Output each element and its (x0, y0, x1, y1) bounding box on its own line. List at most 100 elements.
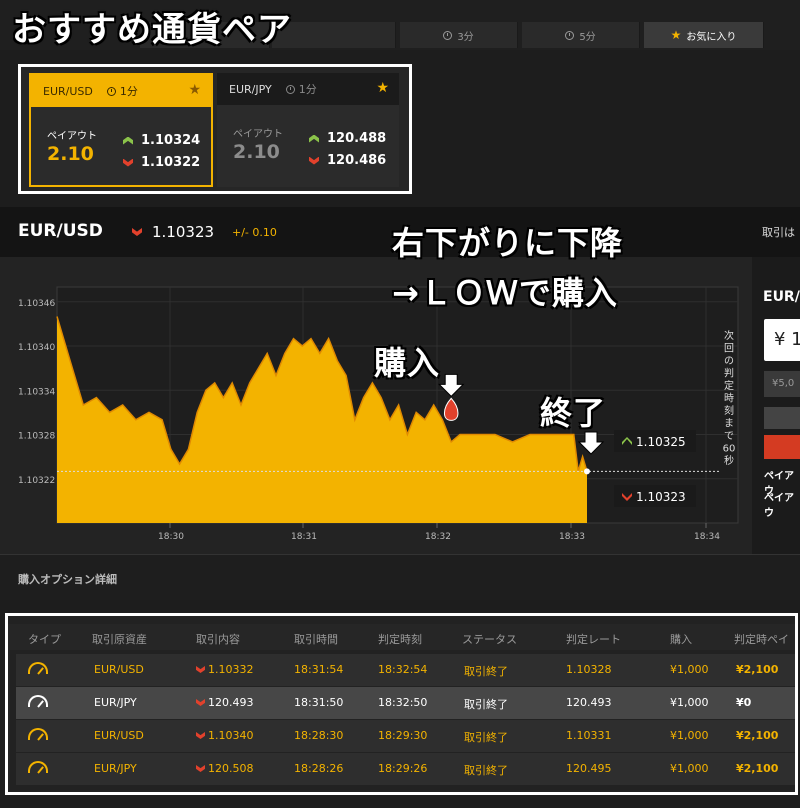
countdown-char: の (724, 356, 734, 367)
end-annotation: 終了 (540, 394, 607, 432)
timeframe-label: 1分 (119, 85, 138, 98)
cell-text: 1.10332 (208, 663, 254, 676)
star-icon[interactable]: ★ (188, 82, 201, 98)
up-arrow-icon (123, 136, 133, 145)
cell-asset: EUR/USD (94, 729, 144, 742)
y-tick-label: 1.10322 (18, 476, 55, 486)
tab-label: 3分 (457, 31, 474, 43)
table-row[interactable]: EUR/JPY 120.493 18:31:50 18:32:50 取引終了 120.49… (16, 687, 795, 719)
table-row[interactable]: EUR/USD 1.10340 18:28:30 18:29:30 取引終了 1.1033… (16, 720, 795, 752)
high-rate: 120.488 (309, 131, 386, 146)
cell-asset: EUR/JPY (94, 696, 137, 709)
payout-label: ペイアウト (233, 129, 283, 140)
down-arrow-icon (132, 228, 142, 236)
cell-text: 18:28:26 (294, 762, 344, 775)
table-header: タイプ 取引原資産 取引内容 取引時間 判定時刻 ステータス 判定レート 購入 … (8, 624, 795, 650)
clock-icon (106, 86, 116, 96)
buy-annotation: 購入 (374, 344, 441, 382)
star-icon: ★ (670, 28, 682, 42)
high-rate-value: 1.10324 (141, 133, 201, 148)
countdown-char: 時 (724, 393, 734, 405)
cell-content: 120.493 (196, 696, 254, 709)
countdown-char: 次 (724, 329, 734, 342)
cell-asset: EUR/JPY (94, 762, 137, 775)
clock-icon (565, 30, 575, 40)
cell-text: ¥2,100 (736, 663, 779, 676)
down-arrow-icon (123, 158, 133, 167)
cell-text: 120.493 (566, 696, 612, 709)
cell-text: 取引終了 (464, 731, 508, 744)
column-header: タイプ (28, 633, 61, 646)
gauge-icon (28, 761, 48, 773)
cell-judge-rate: 120.493 (566, 696, 612, 709)
cell-text: 18:29:26 (378, 762, 428, 775)
cell-judge-rate: 120.495 (566, 762, 612, 775)
up-arrow-icon (309, 134, 319, 143)
cell-status: 取引終了 (464, 729, 508, 745)
gauge-icon (28, 662, 48, 674)
cell-status: 取引終了 (464, 663, 508, 679)
low-rate: 1.10322 (123, 155, 200, 170)
chart-svg: 1.10346 1.10340 1.10334 1.10328 1.10322 18:30… (18, 286, 739, 542)
countdown-char: ま (724, 418, 734, 430)
tab-favorites[interactable]: ★ お気に入り (644, 22, 764, 48)
favorite-card-eurjpy[interactable]: EUR/JPY 1分 ★ ペイアウト 2.10 120.488 120.486 (217, 73, 399, 187)
cell-text: 1.10328 (566, 663, 612, 676)
instrument-rate: 1.10323 (132, 223, 214, 241)
cell-text: 18:32:54 (378, 663, 428, 676)
column-header: 取引原資産 (92, 633, 147, 646)
trade-history-table: タイプ 取引原資産 取引内容 取引時間 判定時刻 ステータス 判定レート 購入 … (5, 613, 798, 795)
x-tick-label: 18:32 (425, 532, 451, 542)
payout-label: ペイアウ (764, 493, 794, 519)
high-rate-label: 1.10325 (636, 435, 686, 449)
low-button[interactable] (764, 435, 800, 459)
cell-time: 18:31:50 (294, 696, 343, 709)
tab-label: お気に入り (686, 31, 737, 43)
favorite-card-eurusd[interactable]: EUR/USD 1分 ★ ペイアウト 2.10 1.10324 1.10322 (29, 73, 213, 187)
tab-3min[interactable]: 3分 (400, 22, 518, 48)
low-rate-label: 1.10323 (636, 490, 686, 504)
cell-text: ¥1,000 (670, 762, 709, 775)
cell-payout: ¥2,100 (736, 729, 778, 742)
favorite-pairs-box: EUR/USD 1分 ★ ペイアウト 2.10 1.10324 1.10322 … (18, 64, 412, 194)
table-row[interactable]: EUR/USD 1.10332 18:31:54 18:32:54 取引終了 1.1032… (16, 654, 795, 686)
cell-asset: EUR/USD (94, 663, 144, 676)
cell-buy: ¥1,000 (670, 663, 709, 676)
high-button[interactable] (764, 407, 800, 429)
cell-buy: ¥1,000 (670, 729, 709, 742)
trend-annotation-2: →ＬＯＷで購入 (392, 274, 618, 312)
table-row[interactable]: EUR/JPY 120.508 18:28:26 18:29:26 取引終了 120.49… (16, 753, 795, 785)
cell-text: EUR/JPY (94, 696, 137, 709)
amount-preset[interactable]: ¥5,0 (764, 371, 800, 397)
cell-text: 18:31:50 (294, 696, 344, 709)
payout-value: 2.10 (233, 141, 280, 163)
cell-time: 18:28:30 (294, 729, 343, 742)
x-tick-label: 18:34 (694, 532, 720, 542)
y-tick-label: 1.10346 (18, 299, 55, 309)
cell-text: ¥0 (736, 696, 752, 709)
column-header: 判定時刻 (378, 633, 422, 646)
cell-text: EUR/USD (94, 663, 144, 676)
amount-input[interactable]: ¥ 1 (764, 319, 800, 361)
countdown-char: 刻 (724, 404, 734, 417)
countdown-char: 回 (724, 343, 734, 355)
cell-content: 120.508 (196, 762, 254, 775)
column-header: 判定時ペイ (734, 633, 789, 646)
down-arrow-icon (196, 765, 205, 772)
gauge-icon (28, 695, 48, 707)
cell-text: 1.10331 (566, 729, 612, 742)
low-rate: 120.486 (309, 153, 386, 168)
payout-value: 2.10 (47, 143, 94, 165)
end-point-dot (583, 468, 590, 475)
timeframe-label: 1分 (298, 83, 317, 96)
cell-buy: ¥1,000 (670, 696, 709, 709)
payout-label: ペイアウト (47, 131, 97, 142)
tab-5min[interactable]: 5分 (522, 22, 640, 48)
star-icon[interactable]: ★ (376, 80, 389, 96)
cell-text: 120.508 (208, 762, 254, 775)
tab-label: 5分 (579, 31, 596, 43)
cell-buy: ¥1,000 (670, 762, 709, 775)
section-title: 購入オプション詳細 (0, 554, 800, 600)
cell-text: 取引終了 (464, 698, 508, 711)
cell-judge-time: 18:29:30 (378, 729, 427, 742)
